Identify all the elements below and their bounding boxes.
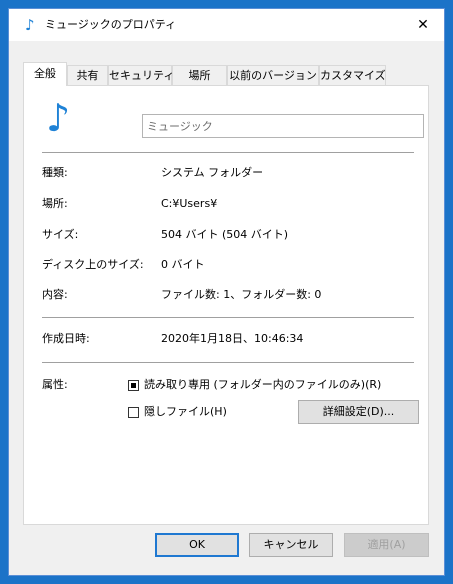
size-on-disk-value: 0 バイト xyxy=(161,258,205,271)
separator xyxy=(42,152,414,153)
type-label: 種類: xyxy=(42,166,68,179)
properties-dialog: ♪ ミュージックのプロパティ ✕ 全般 共有 セキュリティ 場所 以前のバージョ… xyxy=(8,8,445,576)
ok-button[interactable]: OK xyxy=(155,533,239,557)
tab-general[interactable]: 全般 xyxy=(23,62,67,86)
type-value: システム フォルダー xyxy=(161,166,264,179)
size-on-disk-label: ディスク上のサイズ: xyxy=(42,258,144,271)
created-value: 2020年1月18日、10:46:34 xyxy=(161,332,304,345)
general-tab-panel: ♪ 種類: システム フォルダー 場所: C:¥Users¥ サイズ: 504 … xyxy=(23,85,429,525)
tab-security[interactable]: セキュリティ xyxy=(108,65,174,85)
location-label: 場所: xyxy=(42,197,68,210)
contents-value: ファイル数: 1、フォルダー数: 0 xyxy=(161,288,322,301)
location-value: C:¥Users¥ xyxy=(161,197,218,210)
hidden-label[interactable]: 隠しファイル(H) xyxy=(144,405,227,419)
tab-sharing[interactable]: 共有 xyxy=(67,65,108,85)
folder-name-field[interactable] xyxy=(142,114,424,138)
size-value: 504 バイト (504 バイト) xyxy=(161,228,289,241)
window-title: ミュージックのプロパティ xyxy=(45,18,177,31)
tab-location[interactable]: 場所 xyxy=(172,65,227,85)
close-button[interactable]: ✕ xyxy=(402,9,444,41)
apply-button[interactable]: 適用(A) xyxy=(344,533,429,557)
title-bar[interactable]: ♪ ミュージックのプロパティ ✕ xyxy=(9,9,444,41)
readonly-label[interactable]: 読み取り専用 (フォルダー内のファイルのみ)(R) xyxy=(144,378,381,392)
readonly-checkbox[interactable] xyxy=(128,380,139,391)
attributes-label: 属性: xyxy=(42,378,68,391)
music-note-icon: ♪ xyxy=(25,16,35,34)
tab-previous-versions[interactable]: 以前のバージョン xyxy=(227,65,319,85)
size-label: サイズ: xyxy=(42,228,79,241)
hidden-checkbox[interactable] xyxy=(128,407,139,418)
advanced-button[interactable]: 詳細設定(D)... xyxy=(298,400,419,424)
created-label: 作成日時: xyxy=(42,332,90,345)
separator xyxy=(42,362,414,363)
tab-customize[interactable]: カスタマイズ xyxy=(319,65,386,85)
contents-label: 内容: xyxy=(42,288,68,301)
cancel-button[interactable]: キャンセル xyxy=(249,533,333,557)
separator xyxy=(42,317,414,318)
music-note-icon: ♪ xyxy=(46,96,71,140)
